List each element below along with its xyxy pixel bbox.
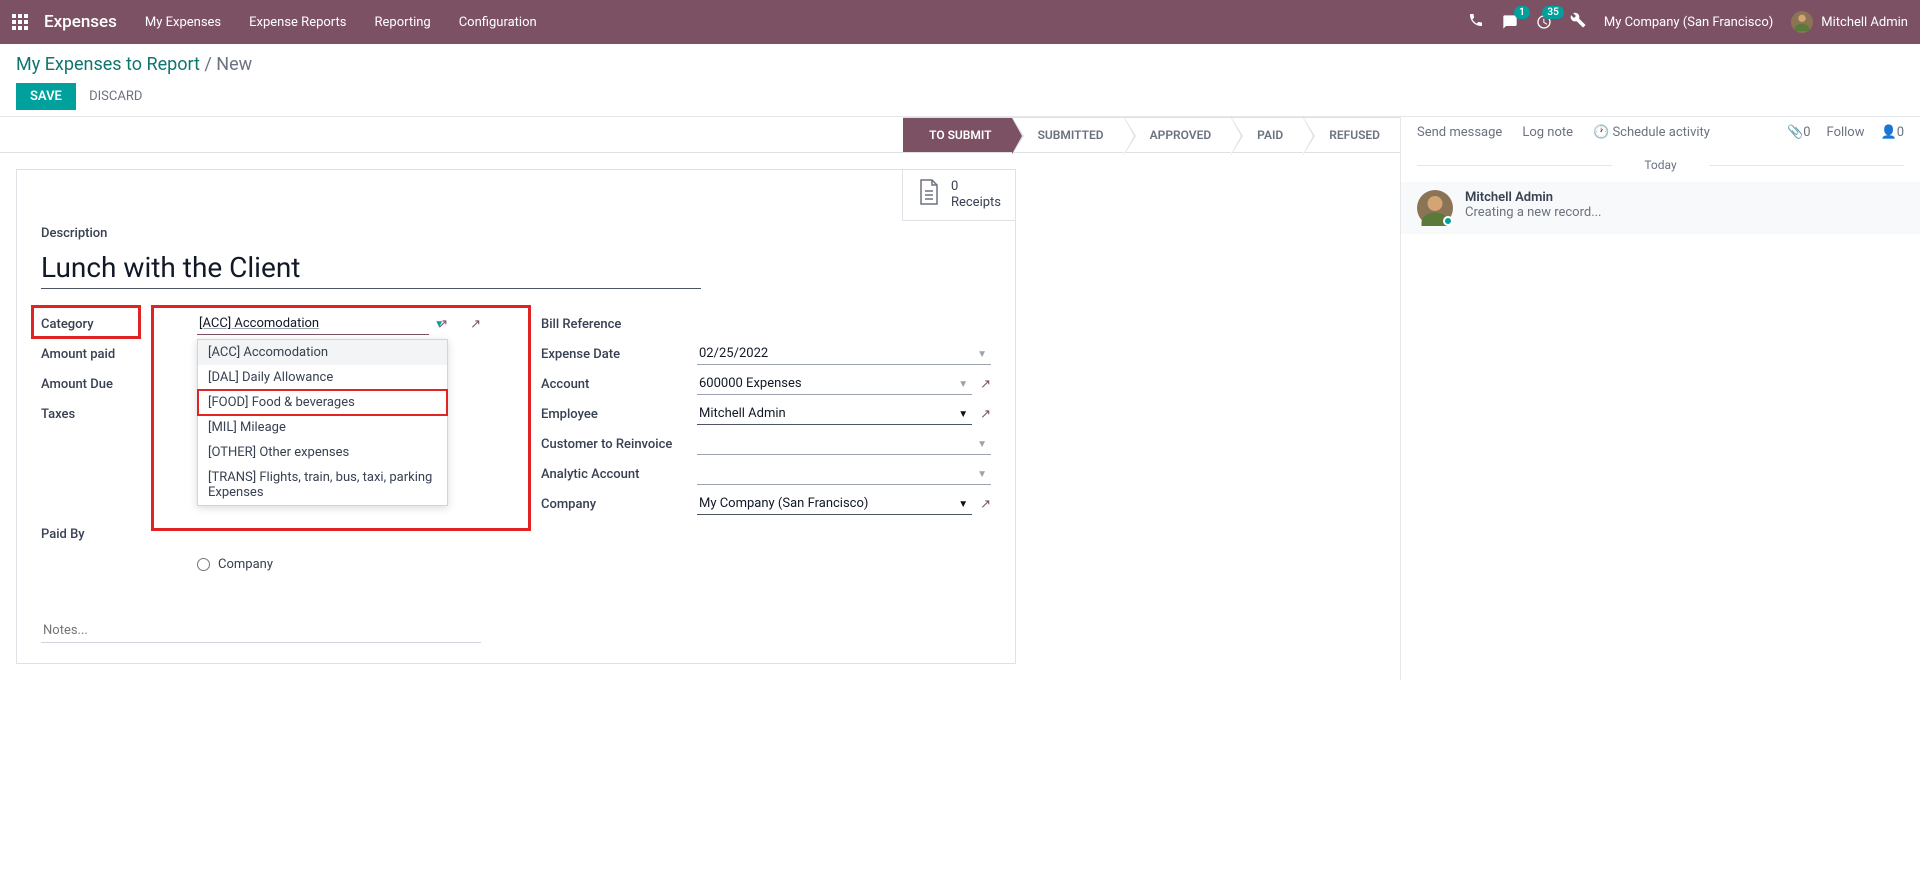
person-icon: 👤: [1881, 125, 1897, 140]
control-panel: My Expenses to Report / New SAVE DISCARD: [0, 44, 1920, 117]
statusbar: TO SUBMIT SUBMITTED APPROVED PAID REFUSE…: [0, 117, 1400, 153]
employee-input[interactable]: [697, 403, 972, 425]
category-label: Category: [41, 313, 197, 336]
status-approved[interactable]: APPROVED: [1124, 117, 1232, 152]
description-input[interactable]: [41, 247, 701, 289]
amount-paid-label: Amount paid: [41, 343, 197, 366]
company-label: Company: [541, 493, 697, 516]
activities-badge: 35: [1542, 6, 1563, 19]
notes-input[interactable]: [41, 619, 481, 643]
user-menu[interactable]: Mitchell Admin: [1791, 11, 1908, 33]
category-option[interactable]: [FOOD] Food & beverages: [198, 390, 447, 415]
paperclip-icon: 📎: [1787, 125, 1803, 140]
bill-reference-label: Bill Reference: [541, 313, 697, 336]
top-navbar: Expenses My Expenses Expense Reports Rep…: [0, 0, 1920, 44]
external-link-icon[interactable]: ↗: [437, 317, 448, 332]
expense-date-label: Expense Date: [541, 343, 697, 366]
receipts-label: Receipts: [951, 195, 1001, 210]
discard-button[interactable]: DISCARD: [89, 89, 142, 104]
account-input[interactable]: [697, 373, 972, 395]
description-label: Description: [41, 226, 991, 241]
date-separator: Today: [1417, 158, 1904, 172]
customer-input[interactable]: [697, 433, 991, 455]
schedule-activity-button[interactable]: 🕐 Schedule activity: [1593, 125, 1710, 140]
menu-configuration[interactable]: Configuration: [459, 15, 537, 30]
external-link-icon[interactable]: ↗: [980, 377, 991, 392]
company-input[interactable]: [697, 493, 972, 515]
menu-my-expenses[interactable]: My Expenses: [145, 15, 221, 30]
messages-icon[interactable]: 1: [1502, 14, 1518, 30]
follow-button[interactable]: Follow: [1827, 125, 1865, 140]
phone-icon[interactable]: [1468, 12, 1484, 32]
user-avatar: [1791, 11, 1813, 33]
category-input[interactable]: [197, 313, 429, 335]
amount-due-label: Amount Due: [41, 373, 197, 396]
apps-icon[interactable]: [12, 14, 28, 30]
category-dropdown: [ACC] Accomodation [DAL] Daily Allowance…: [197, 339, 448, 506]
account-label: Account: [541, 373, 697, 396]
status-to-submit[interactable]: TO SUBMIT: [903, 117, 1011, 152]
chatter: Send message Log note 🕐 Schedule activit…: [1400, 117, 1920, 680]
file-icon: [917, 178, 941, 212]
customer-label: Customer to Reinvoice: [541, 433, 697, 456]
paid-by-label: Paid By: [41, 523, 197, 546]
user-name: Mitchell Admin: [1821, 15, 1908, 30]
category-option[interactable]: [MIL] Mileage: [198, 415, 447, 440]
form-sheet: 0 Receipts Description Category: [16, 169, 1016, 664]
category-option[interactable]: [ACC] Accomodation: [198, 340, 447, 365]
message-author: Mitchell Admin: [1465, 190, 1602, 205]
paid-by-company-radio[interactable]: [197, 558, 210, 571]
status-submitted[interactable]: SUBMITTED: [1012, 117, 1124, 152]
category-option[interactable]: [DAL] Daily Allowance: [198, 365, 447, 390]
message: Mitchell Admin Creating a new record...: [1401, 182, 1920, 234]
activities-icon[interactable]: 35: [1536, 14, 1552, 30]
employee-label: Employee: [541, 403, 697, 426]
breadcrumb-current: New: [216, 54, 252, 75]
send-message-button[interactable]: Send message: [1417, 125, 1502, 140]
followers-button[interactable]: 👤0: [1881, 125, 1905, 140]
category-option[interactable]: [TRANS] Flights, train, bus, taxi, parki…: [198, 465, 447, 505]
analytic-label: Analytic Account: [541, 463, 697, 486]
receipts-button[interactable]: 0 Receipts: [902, 170, 1015, 221]
log-note-button[interactable]: Log note: [1522, 125, 1573, 140]
messages-badge: 1: [1514, 6, 1530, 19]
message-body: Creating a new record...: [1465, 205, 1602, 220]
receipts-count: 0: [951, 179, 958, 194]
paid-by-company-label: Company: [218, 557, 273, 572]
analytic-input[interactable]: [697, 463, 991, 485]
save-button[interactable]: SAVE: [16, 83, 76, 110]
attachments-button[interactable]: 📎0: [1787, 125, 1811, 140]
main-menu: My Expenses Expense Reports Reporting Co…: [145, 15, 537, 30]
expense-date-input[interactable]: [697, 343, 991, 365]
taxes-label: Taxes: [41, 403, 197, 426]
company-selector[interactable]: My Company (San Francisco): [1604, 15, 1773, 30]
message-avatar: [1417, 190, 1453, 226]
menu-reporting[interactable]: Reporting: [374, 15, 430, 30]
external-link-icon[interactable]: ↗: [980, 497, 991, 512]
online-indicator: [1443, 216, 1453, 226]
status-refused[interactable]: REFUSED: [1303, 117, 1400, 152]
breadcrumb: My Expenses to Report / New: [16, 54, 1904, 75]
breadcrumb-sep: /: [204, 54, 211, 75]
debug-icon[interactable]: [1570, 12, 1586, 32]
category-option[interactable]: [OTHER] Other expenses: [198, 440, 447, 465]
brand-label[interactable]: Expenses: [44, 12, 117, 32]
external-link-icon-2[interactable]: ↗: [470, 317, 481, 332]
clock-icon: 🕐: [1593, 125, 1609, 140]
menu-expense-reports[interactable]: Expense Reports: [249, 15, 346, 30]
external-link-icon[interactable]: ↗: [980, 407, 991, 422]
breadcrumb-parent[interactable]: My Expenses to Report: [16, 54, 200, 75]
